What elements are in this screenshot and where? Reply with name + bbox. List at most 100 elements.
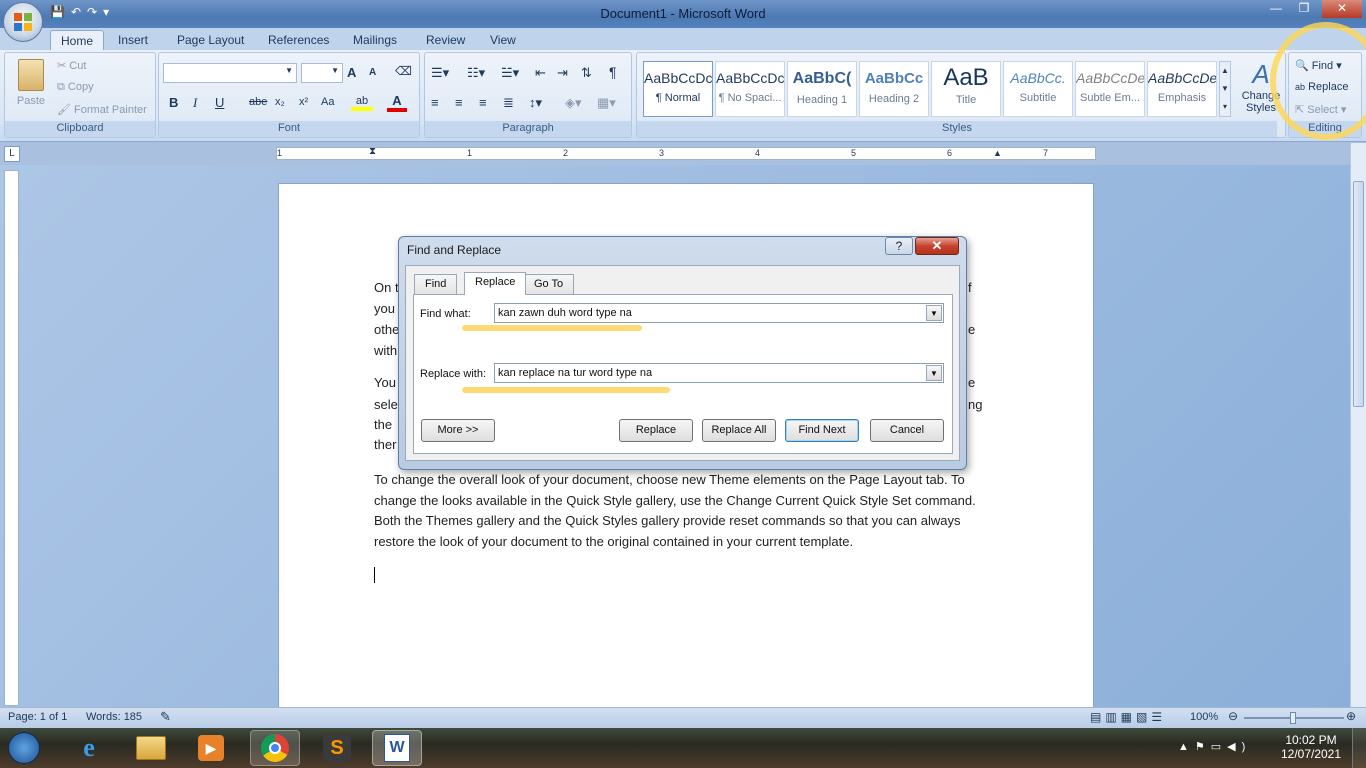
office-button[interactable]: [3, 2, 43, 42]
chevron-down-icon[interactable]: ▼: [926, 305, 942, 321]
media-player-icon[interactable]: ▶: [186, 730, 236, 766]
indent-marker-icon[interactable]: ⧗: [369, 146, 376, 157]
system-tray-icons[interactable]: ▲⚑▭◀): [1178, 740, 1251, 753]
right-indent-marker-icon[interactable]: ▲: [993, 148, 1002, 158]
tab-insert[interactable]: Insert: [108, 30, 158, 50]
tab-home[interactable]: Home: [50, 30, 105, 50]
save-icon[interactable]: 💾: [50, 5, 65, 23]
replace-with-label: Replace with:: [420, 368, 487, 380]
replace-with-input[interactable]: kan replace na tur word type na ▼: [494, 363, 944, 383]
file-explorer-icon[interactable]: [126, 730, 176, 766]
align-right-icon[interactable]: ≡: [479, 95, 487, 110]
tab-review[interactable]: Review: [416, 30, 475, 50]
scroll-thumb[interactable]: [1353, 181, 1364, 407]
grow-font-button[interactable]: A: [347, 65, 356, 80]
replace-all-button[interactable]: Replace All: [702, 419, 776, 442]
chrome-icon[interactable]: [250, 730, 300, 766]
word-taskbar-icon[interactable]: W: [372, 730, 422, 766]
undo-icon[interactable]: ↶: [71, 5, 81, 23]
ruler-mark: 4: [755, 148, 761, 158]
align-left-icon[interactable]: ≡: [431, 95, 439, 110]
redo-icon[interactable]: ↷: [87, 5, 97, 23]
cut-button[interactable]: ✂ Cut: [57, 59, 86, 72]
font-name-box[interactable]: ▼: [163, 63, 297, 83]
find-what-input[interactable]: kan zawn duh word type na ▼: [494, 303, 944, 323]
style-normal[interactable]: AaBbCcDc ¶ Normal: [643, 61, 713, 117]
show-marks-icon[interactable]: ¶: [609, 64, 617, 80]
tab-selector[interactable]: L: [4, 146, 20, 162]
align-center-icon[interactable]: ≡: [455, 95, 463, 110]
tab-mailings[interactable]: Mailings: [343, 30, 407, 50]
style-emphasis[interactable]: AaBbCcDe Emphasis: [1147, 61, 1217, 117]
zoom-level[interactable]: 100%: [1190, 711, 1218, 723]
dialog-title: Find and Replace: [407, 243, 502, 257]
font-color-icon[interactable]: A: [387, 93, 407, 112]
borders-icon[interactable]: ▦▾: [597, 95, 616, 111]
style-subtle-emphasis[interactable]: AaBbCcDe Subtle Em...: [1075, 61, 1145, 117]
more-button[interactable]: More >>: [421, 419, 495, 442]
sublime-text-icon[interactable]: S: [312, 730, 362, 766]
tab-page-layout[interactable]: Page Layout: [167, 30, 254, 50]
style-heading-1[interactable]: AaBbC(Heading 1: [787, 61, 857, 117]
show-desktop-button[interactable]: [1352, 728, 1366, 768]
tab-view[interactable]: View: [480, 30, 526, 50]
change-case-button[interactable]: Aa: [321, 96, 334, 108]
multilevel-list-icon[interactable]: ☱▾: [501, 65, 519, 81]
numbering-icon[interactable]: ☷▾: [467, 65, 485, 81]
dialog-close-button[interactable]: ✕: [915, 237, 959, 255]
bold-button[interactable]: B: [169, 95, 178, 110]
highlight-icon[interactable]: ab: [351, 93, 373, 111]
customize-icon[interactable]: ▾: [103, 5, 109, 23]
justify-icon[interactable]: ≣: [503, 95, 514, 111]
style-preview: AaBbCcDc: [716, 70, 784, 86]
internet-explorer-icon[interactable]: e: [64, 730, 114, 766]
tab-find[interactable]: Find: [414, 274, 458, 294]
underline-button[interactable]: U: [215, 95, 224, 110]
minimize-button[interactable]: —: [1262, 0, 1290, 18]
shrink-font-button[interactable]: A: [369, 67, 376, 78]
clock[interactable]: 10:02 PM 12/07/2021: [1280, 733, 1342, 761]
zoom-out-icon[interactable]: ⊖: [1228, 709, 1238, 723]
chevron-down-icon[interactable]: ▼: [926, 365, 942, 381]
tab-replace[interactable]: Replace: [464, 272, 527, 295]
subscript-button[interactable]: x₂: [275, 96, 285, 108]
page-count[interactable]: Page: 1 of 1: [8, 711, 67, 723]
horizontal-ruler[interactable]: 1 1 2 3 4 5 6 7 ⧗ ▲: [276, 146, 1096, 160]
italic-button[interactable]: I: [193, 95, 197, 111]
style-heading-2[interactable]: AaBbCc Heading 2: [859, 61, 929, 117]
tab-goto[interactable]: Go To: [523, 274, 575, 294]
paste-button[interactable]: Paste: [13, 59, 49, 119]
word-count[interactable]: Words: 185: [86, 711, 142, 723]
vertical-scrollbar[interactable]: [1350, 143, 1366, 707]
line-spacing-icon[interactable]: ↕▾: [529, 95, 542, 111]
superscript-button[interactable]: x²: [299, 96, 308, 108]
tab-references[interactable]: References: [258, 30, 339, 50]
zoom-in-icon[interactable]: ⊕: [1346, 709, 1356, 723]
help-button[interactable]: ?: [885, 237, 913, 255]
proofing-icon[interactable]: ✎: [160, 709, 171, 725]
close-button[interactable]: ✕: [1322, 0, 1362, 18]
find-next-button[interactable]: Find Next: [785, 419, 859, 442]
decrease-indent-icon[interactable]: ⇤: [535, 65, 546, 81]
styles-scroll[interactable]: ▲ ▼ ▾: [1219, 61, 1231, 117]
copy-button[interactable]: ⧉ Copy: [57, 81, 94, 94]
style-title[interactable]: AaB Title: [931, 61, 1001, 117]
font-size-box[interactable]: ▼: [301, 63, 343, 83]
view-buttons-icon[interactable]: ▤▥▦▧☰: [1090, 710, 1166, 724]
clear-formatting-icon[interactable]: ⌫: [395, 64, 412, 78]
increase-indent-icon[interactable]: ⇥: [557, 65, 568, 81]
strikethrough-button[interactable]: abe: [249, 96, 267, 108]
start-button[interactable]: [2, 730, 46, 766]
style-no-spacing[interactable]: AaBbCcDc ¶ No Spaci...: [715, 61, 785, 117]
replace-button[interactable]: Replace: [619, 419, 693, 442]
cancel-button[interactable]: Cancel: [870, 419, 944, 442]
style-name: Emphasis: [1157, 92, 1207, 104]
paste-icon: [18, 59, 44, 91]
format-painter-button[interactable]: 🖌 Format Painter: [57, 103, 147, 116]
shading-icon[interactable]: ◈▾: [565, 95, 582, 111]
sort-icon[interactable]: ⇅: [581, 65, 592, 81]
restore-button[interactable]: ❐: [1290, 0, 1318, 18]
bullets-icon[interactable]: ☰▾: [431, 65, 449, 81]
zoom-slider-thumb[interactable]: [1290, 712, 1296, 724]
style-subtitle[interactable]: AaBbCc. Subtitle: [1003, 61, 1073, 117]
